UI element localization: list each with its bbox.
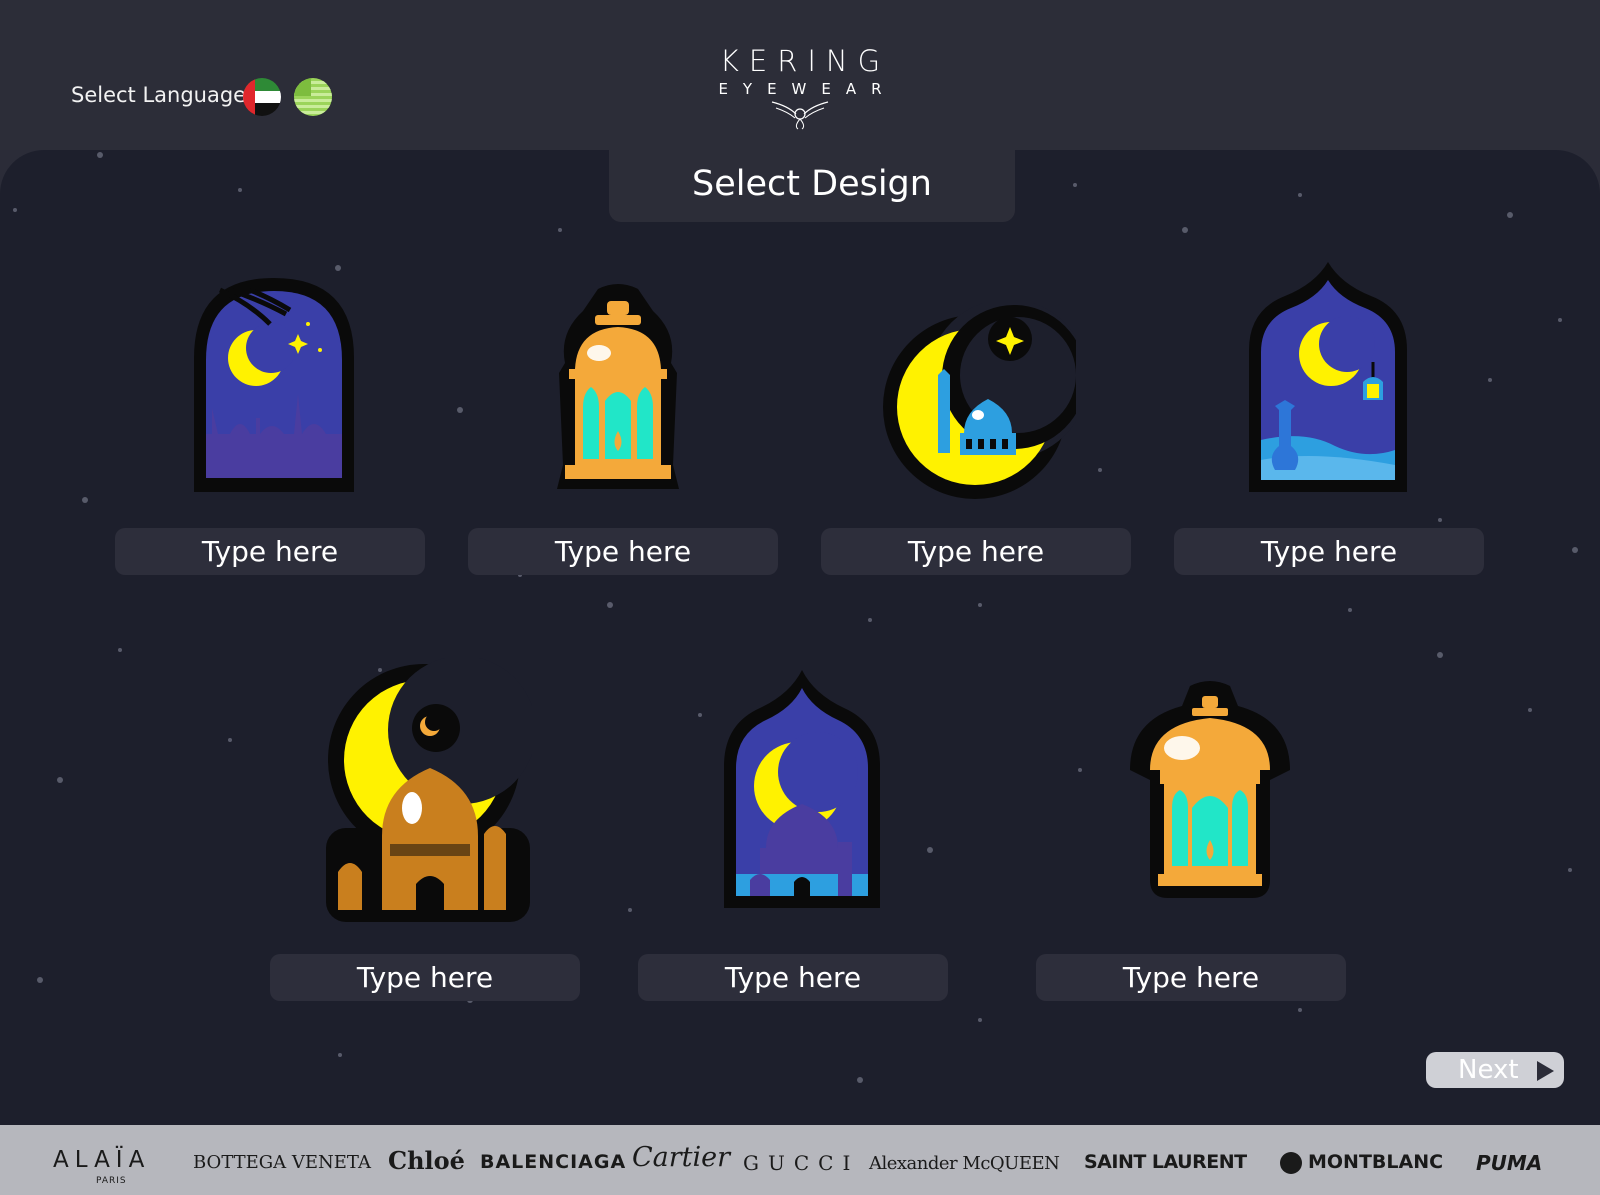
- montblanc-star-icon: [1280, 1152, 1302, 1174]
- saint-laurent-logo: SAINT LAURENT: [1084, 1151, 1247, 1173]
- crescent-mosque-icon: [883, 299, 1088, 499]
- logo-emblem-icon: [771, 101, 829, 130]
- logo-line1: KERING: [719, 44, 891, 78]
- balenciaga-logo: BALENCIAGA: [480, 1151, 627, 1173]
- next-button[interactable]: Next: [1426, 1052, 1564, 1088]
- select-language-label: Select Language: [71, 83, 247, 107]
- design-5-name-input[interactable]: [270, 954, 580, 1001]
- dome-lantern-icon: [1130, 681, 1290, 898]
- uae-flag-icon: [243, 78, 281, 116]
- chloe-logo: Chloé: [388, 1146, 465, 1175]
- kering-eyewear-logo: KERING EYEWEAR: [680, 44, 920, 134]
- lantern-icon: [557, 284, 679, 489]
- puma-logo: PUMA: [1476, 1151, 1543, 1175]
- header-bar: Select Language KERING EYEWEAR: [0, 0, 1600, 150]
- design-option-1[interactable]: [190, 274, 358, 500]
- play-arrow-icon: [1537, 1061, 1554, 1081]
- design-option-2[interactable]: [553, 283, 683, 497]
- logo-line2: EYEWEAR: [718, 80, 897, 98]
- design-2-name-input[interactable]: [468, 528, 778, 575]
- alaia-logo: ALAÏA: [53, 1147, 151, 1173]
- alexander-mcqueen-logo: Alexander McQUEEN: [869, 1153, 1060, 1174]
- design-7-name-input[interactable]: [1036, 954, 1346, 1001]
- uae-flag-button[interactable]: [243, 78, 281, 116]
- arch-window-moon-mosque-icon: [724, 670, 880, 908]
- design-6-name-input[interactable]: [638, 954, 948, 1001]
- design-option-6[interactable]: [720, 668, 884, 916]
- next-button-label: Next: [1458, 1055, 1519, 1085]
- design-1-name-input[interactable]: [115, 528, 425, 575]
- montblanc-logo: MONTBLANC: [1308, 1151, 1444, 1173]
- select-design-tab: Select Design: [609, 150, 1015, 222]
- us-flag-button[interactable]: [294, 78, 332, 116]
- design-option-7[interactable]: [1130, 680, 1290, 906]
- cartier-logo: Cartier: [632, 1142, 731, 1173]
- gucci-logo: GUCCI: [743, 1151, 860, 1175]
- brand-logo-bar: ALAÏA PARIS BOTTEGA VENETA Chloé BALENCI…: [0, 1125, 1600, 1195]
- alaia-logo-sub: PARIS: [96, 1176, 127, 1186]
- arch-window-moon-city-icon: [194, 278, 354, 492]
- crescent-domed-mosque-icon: [326, 656, 536, 922]
- design-4-name-input[interactable]: [1174, 528, 1484, 575]
- design-option-4[interactable]: [1245, 260, 1411, 500]
- arch-window-moon-desert-icon: [1249, 262, 1407, 492]
- us-flag-icon: [294, 78, 332, 116]
- design-panel: Select Design Type here Type here Type h…: [0, 150, 1600, 1125]
- page-title: Select Design: [692, 164, 932, 204]
- design-option-3[interactable]: [880, 299, 1088, 503]
- design-3-name-input[interactable]: [821, 528, 1131, 575]
- bottega-veneta-logo: BOTTEGA VENETA: [193, 1152, 371, 1173]
- design-option-5[interactable]: [326, 656, 536, 928]
